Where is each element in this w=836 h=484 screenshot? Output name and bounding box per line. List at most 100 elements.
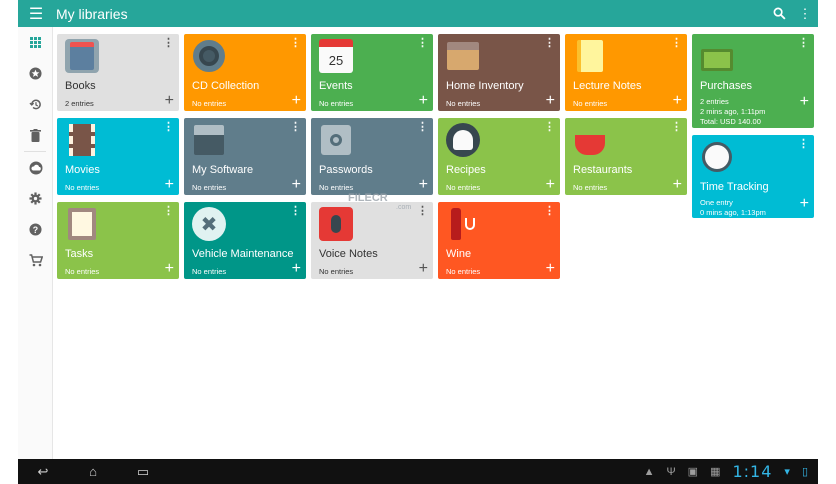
add-entry-icon[interactable]: + — [419, 261, 428, 277]
library-tile-books[interactable]: ⋮ Books 2 entries + — [57, 34, 179, 111]
tile-menu-icon[interactable]: ⋮ — [798, 139, 809, 150]
basket-icon — [700, 39, 734, 73]
tile-last-modified: 0 mins ago, 1:13pm — [700, 208, 766, 217]
tile-menu-icon[interactable]: ⋮ — [798, 38, 809, 49]
library-tile-purchases[interactable]: ⋮ Purchases 2 entries 2 mins ago, 1:11pm… — [692, 34, 814, 128]
add-entry-icon[interactable]: + — [292, 261, 301, 277]
svg-text:?: ? — [33, 225, 38, 235]
add-entry-icon[interactable]: + — [165, 93, 174, 109]
tile-entries: No entries — [192, 267, 227, 276]
tile-menu-icon[interactable]: ⋮ — [290, 206, 301, 217]
tile-entries: No entries — [192, 99, 227, 108]
tile-entries: No entries — [573, 99, 608, 108]
tile-name: Wine — [446, 248, 472, 260]
tile-name: Recipes — [446, 164, 486, 176]
tile-last-modified: 2 mins ago, 1:11pm — [700, 107, 766, 116]
library-tile-tasks[interactable]: ⋮ Tasks No entries + — [57, 202, 179, 279]
tile-name: Events — [319, 80, 353, 92]
grid-icon[interactable] — [18, 27, 53, 58]
add-entry-icon[interactable]: + — [673, 93, 682, 109]
library-tile-my-software[interactable]: ⋮ My Software No entries + — [184, 118, 306, 195]
add-entry-icon[interactable]: + — [419, 177, 428, 193]
search-icon[interactable] — [766, 0, 792, 27]
library-tile-passwords[interactable]: ⋮ Passwords No entries + — [311, 118, 433, 195]
tile-entries: No entries — [65, 267, 100, 276]
library-tile-cd-collection[interactable]: ⋮ CD Collection No entries + — [184, 34, 306, 111]
library-tile-voice-notes[interactable]: ⋮ Voice Notes No entries + — [311, 202, 433, 279]
home-icon[interactable]: ⌂ — [68, 464, 118, 479]
add-entry-icon[interactable]: + — [546, 177, 555, 193]
cart-icon[interactable] — [18, 245, 53, 276]
library-tile-restaurants[interactable]: ⋮ Restaurants No entries + — [565, 118, 687, 195]
help-icon[interactable]: ? — [18, 214, 53, 245]
library-tile-lecture-notes[interactable]: ⋮ Lecture Notes No entries + — [565, 34, 687, 111]
library-tile-home-inventory[interactable]: ⋮ Home Inventory No entries + — [438, 34, 560, 111]
vertical-dots-icon[interactable]: ⋮ — [792, 0, 818, 27]
tile-menu-icon[interactable]: ⋮ — [417, 206, 428, 217]
calendar-icon: 25 — [319, 39, 353, 73]
tile-menu-icon[interactable]: ⋮ — [544, 206, 555, 217]
status-clock: 1:14 — [732, 462, 773, 481]
tile-menu-icon[interactable]: ⋮ — [290, 122, 301, 133]
back-icon[interactable]: ↩ — [18, 464, 68, 480]
library-tile-vehicle-maintenance[interactable]: ✖ ⋮ Vehicle Maintenance No entries + — [184, 202, 306, 279]
chef-hat-icon — [446, 123, 480, 157]
tile-entries: No entries — [65, 183, 100, 192]
add-entry-icon[interactable]: + — [546, 261, 555, 277]
add-entry-icon[interactable]: + — [292, 177, 301, 193]
tile-menu-icon[interactable]: ⋮ — [163, 38, 174, 49]
tile-entries: No entries — [192, 183, 227, 192]
tile-menu-icon[interactable]: ⋮ — [671, 38, 682, 49]
tile-menu-icon[interactable]: ⋮ — [417, 38, 428, 49]
library-tile-movies[interactable]: ⋮ Movies No entries + — [57, 118, 179, 195]
history-icon[interactable] — [18, 89, 53, 120]
tile-menu-icon[interactable]: ⋮ — [163, 122, 174, 133]
tile-menu-icon[interactable]: ⋮ — [417, 122, 428, 133]
wine-bottle-icon — [446, 207, 480, 241]
tile-menu-icon[interactable]: ⋮ — [163, 206, 174, 217]
add-entry-icon[interactable]: + — [419, 93, 428, 109]
add-entry-icon[interactable]: + — [800, 94, 809, 110]
add-entry-icon[interactable]: + — [800, 196, 809, 212]
tile-entries: No entries — [319, 99, 354, 108]
tile-entries: No entries — [319, 183, 354, 192]
tile-name: Voice Notes — [319, 248, 378, 260]
gear-icon[interactable] — [18, 183, 53, 214]
film-icon — [65, 123, 99, 157]
library-tile-time-tracking[interactable]: ⋮ Time Tracking One entry 0 mins ago, 1:… — [692, 135, 814, 218]
microphone-icon — [319, 207, 353, 241]
tile-name: My Software — [192, 164, 254, 176]
system-nav-bar: ↩ ⌂ ▭ ▲ Ψ ▣ ▦ 1:14 ▾ ▯ — [18, 459, 818, 484]
tile-entries: No entries — [446, 99, 481, 108]
library-tile-wine[interactable]: ⋮ Wine No entries + — [438, 202, 560, 279]
floppy-disk-icon — [192, 123, 226, 157]
tile-name: Time Tracking — [700, 181, 769, 193]
add-entry-icon[interactable]: + — [546, 93, 555, 109]
tile-menu-icon[interactable]: ⋮ — [290, 38, 301, 49]
add-entry-icon[interactable]: + — [673, 177, 682, 193]
library-tile-recipes[interactable]: ⋮ Recipes No entries + — [438, 118, 560, 195]
coffee-cup-icon — [573, 123, 607, 157]
clock-icon — [700, 140, 734, 174]
tile-entries: 2 entries — [700, 97, 729, 106]
recents-icon[interactable]: ▭ — [118, 464, 168, 480]
clipboard-icon — [65, 207, 99, 241]
tile-menu-icon[interactable]: ⋮ — [671, 122, 682, 133]
cloud-icon[interactable] — [18, 152, 53, 183]
add-entry-icon[interactable]: + — [292, 93, 301, 109]
tile-entries: No entries — [573, 183, 608, 192]
tile-name: Home Inventory — [446, 80, 524, 92]
tile-menu-icon[interactable]: ⋮ — [544, 122, 555, 133]
star-icon[interactable] — [18, 58, 53, 89]
box-icon — [446, 39, 480, 73]
library-tile-events[interactable]: 25 ⋮ Events No entries + — [311, 34, 433, 111]
add-entry-icon[interactable]: + — [165, 177, 174, 193]
hamburger-icon[interactable]: ☰ — [18, 0, 54, 27]
add-entry-icon[interactable]: + — [165, 261, 174, 277]
trash-icon[interactable] — [18, 120, 53, 151]
tile-name: Passwords — [319, 164, 373, 176]
tile-menu-icon[interactable]: ⋮ — [544, 38, 555, 49]
nav-rail: ? — [18, 27, 53, 459]
battery-icon: ▯ — [801, 466, 808, 478]
tile-name: CD Collection — [192, 80, 260, 92]
